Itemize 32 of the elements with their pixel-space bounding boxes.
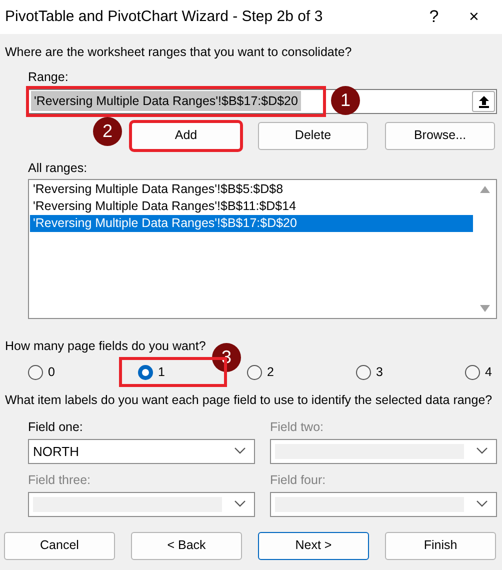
list-item[interactable]: 'Reversing Multiple Data Ranges'!$B$11:$D$14 [30,198,473,216]
list-item[interactable]: 'Reversing Multiple Data Ranges'!$B$5:$D$8 [30,181,473,198]
field-label: Field four: [270,472,327,489]
action-button[interactable]: Add [131,122,241,150]
action-button[interactable]: Browse... [385,122,495,150]
close-button[interactable]: × [454,4,494,30]
question-text: Where are the worksheet ranges that you want to consolidate? [5,44,353,61]
dialog-button[interactable]: Cancel [4,532,115,560]
callout-marker: 2 [93,117,122,146]
scroll-up-icon[interactable] [480,186,490,194]
action-button[interactable]: Delete [258,122,368,150]
dropdown-field[interactable]: NORTH [28,438,255,464]
upload-arrow-icon [478,94,490,108]
window-title: PivotTable and PivotChart Wizard - Step 2b of 3 [5,6,324,27]
help-button[interactable]: ? [414,4,454,30]
scroll-down-icon[interactable] [480,305,490,312]
radio-option[interactable]: 3 [356,362,383,382]
field-label: Field two: [270,419,324,436]
question-text: How many page fields do you want? [5,338,207,356]
dialog-button[interactable]: Finish [385,532,496,560]
dialog-button[interactable]: < Back [131,532,242,560]
question-text: What item labels do you want each page field to use to identify the selected data range? [5,392,494,409]
radio-option[interactable]: 2 [247,362,274,382]
dialog-button[interactable]: Next > [258,532,369,560]
collapse-button[interactable] [472,90,495,112]
list-item[interactable]: 'Reversing Multiple Data Ranges'!$B$17:$D$20 [30,215,473,232]
radio-option[interactable]: 0 [28,362,55,382]
field-label: Range: [28,68,70,86]
field-label: Field three: [28,472,92,489]
radio-option[interactable]: 4 [465,362,492,382]
list-label: All ranges: [28,160,88,177]
field-label: Field one: [28,419,84,436]
